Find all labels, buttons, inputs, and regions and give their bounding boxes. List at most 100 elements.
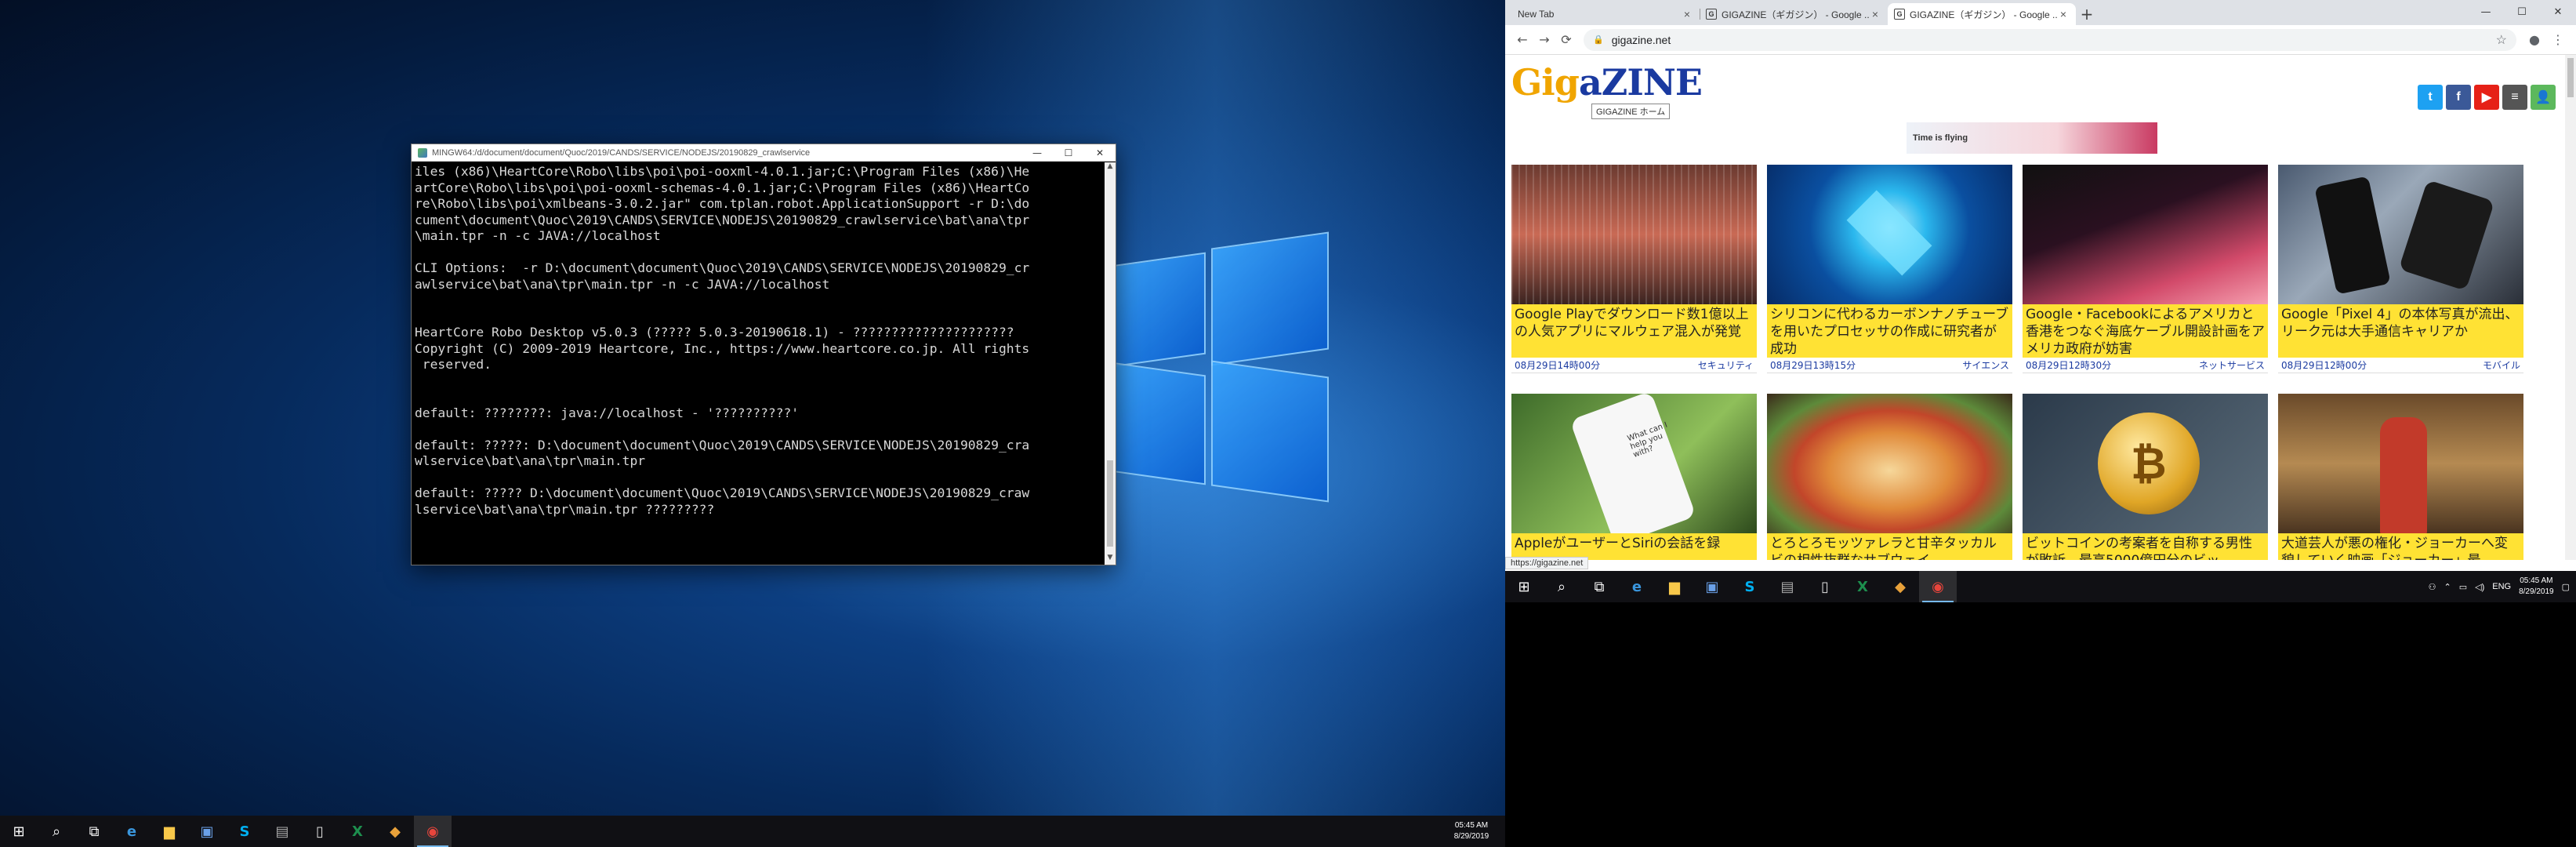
article-category[interactable]: モバイル (2483, 358, 2520, 372)
terminal-scrollbar[interactable]: ▲ ▼ (1105, 162, 1116, 565)
app-icon[interactable]: ▤ (1769, 571, 1806, 602)
chrome-icon[interactable]: ◉ (414, 816, 452, 847)
article-card[interactable]: Google・Facebookによるアメリカと香港をつなぐ海底ケーブル開設計画を… (2023, 165, 2268, 383)
notepad-icon[interactable]: ▯ (1806, 571, 1844, 602)
maximize-button[interactable]: ☐ (1053, 147, 1084, 158)
user-icon[interactable]: 👤 (2531, 85, 2556, 110)
status-bar-url: https://gigazine.net (1505, 557, 1589, 569)
chevron-up-icon[interactable]: ⌃ (2444, 582, 2451, 592)
article-headline[interactable]: Google・Facebookによるアメリカと香港をつなぐ海底ケーブル開設計画を… (2023, 304, 2268, 358)
scroll-thumb[interactable] (1107, 460, 1113, 547)
file-explorer-icon[interactable]: ▆ (1656, 571, 1693, 602)
article-image[interactable] (1767, 165, 2012, 304)
git-icon[interactable]: ◆ (1881, 571, 1919, 602)
article-headline[interactable]: シリコンに代わるカーボンナノチューブを用いたプロセッサの作成に研究者が成功 (1767, 304, 2012, 358)
article-card[interactable]: とろとろモッツァレラと甘辛タッカルビの相性抜群なサブウェイ (1767, 394, 2012, 560)
article-headline[interactable]: とろとろモッツァレラと甘辛タッカルビの相性抜群なサブウェイ (1767, 533, 2012, 560)
article-card[interactable]: 大道芸人が悪の権化・ジョーカーへ変貌していく映画「ジョーカー」最 (2278, 394, 2523, 560)
article-headline[interactable]: AppleがユーザーとSiriの会話を録 (1511, 533, 1757, 560)
menu-icon[interactable]: ≡ (2502, 85, 2527, 110)
article-card[interactable]: Google「Pixel 4」の本体写真が流出、リーク元は大手通信キャリアか 0… (2278, 165, 2523, 383)
profile-icon[interactable]: ● (2523, 32, 2546, 47)
notification-icon[interactable]: ▢ (2562, 582, 2570, 592)
volume-icon[interactable]: ◁) (2475, 582, 2484, 592)
search-icon[interactable]: ⌕ (38, 816, 75, 847)
article-image[interactable] (2278, 394, 2523, 533)
people-icon[interactable]: ⚇ (2429, 582, 2436, 592)
article-card[interactable]: ₿ ビットコインの考案者を自称する男性が敗訴、最高5000億円分のビッ (2023, 394, 2268, 560)
page-scrollbar[interactable] (2565, 55, 2576, 560)
article-image[interactable]: What can I help you with? (1511, 394, 1757, 533)
chrome-menu-icon[interactable]: ⋮ (2546, 32, 2570, 47)
search-icon[interactable]: ⌕ (1543, 571, 1580, 602)
terminal-window[interactable]: MINGW64:/d/document/document/Quoc/2019/C… (411, 144, 1116, 565)
lock-icon[interactable]: 🔒 (1593, 35, 1604, 45)
task-view-icon[interactable]: ⧉ (75, 816, 113, 847)
address-bar[interactable]: 🔒 gigazine.net ☆ (1584, 28, 2516, 51)
close-icon[interactable]: × (1869, 8, 1881, 20)
article-card[interactable]: Google Playでダウンロード数1億以上の人気アプリにマルウェア混入が発覚… (1511, 165, 1757, 383)
youtube-icon[interactable]: ▶ (2474, 85, 2499, 110)
close-button[interactable]: ✕ (2540, 0, 2576, 24)
article-headline[interactable]: 大道芸人が悪の権化・ジョーカーへ変貌していく映画「ジョーカー」最 (2278, 533, 2523, 560)
minimize-button[interactable]: — (2468, 0, 2504, 24)
facebook-icon[interactable]: f (2446, 85, 2471, 110)
skype-icon[interactable]: S (226, 816, 263, 847)
article-date: 08月29日13時15分 (1770, 360, 1856, 371)
remote-app-icon[interactable]: ▣ (188, 816, 226, 847)
tab-new-tab[interactable]: New Tab × (1511, 3, 1700, 25)
close-button[interactable]: ✕ (1084, 147, 1116, 158)
article-meta: 08月29日14時00分 セキュリティ (1511, 358, 1757, 373)
back-button[interactable]: ← (1511, 32, 1533, 47)
chrome-icon[interactable]: ◉ (1919, 571, 1957, 602)
excel-icon[interactable]: X (1844, 571, 1881, 602)
app-icon[interactable]: ▤ (263, 816, 301, 847)
notepad-icon[interactable]: ▯ (301, 816, 339, 847)
article-headline[interactable]: Google Playでダウンロード数1億以上の人気アプリにマルウェア混入が発覚 (1511, 304, 1757, 358)
forward-button[interactable]: → (1533, 32, 1555, 47)
article-image[interactable] (1767, 394, 2012, 533)
tab-gigazine-active[interactable]: G GIGAZINE（ギガジン） - Google ... × (1888, 3, 2076, 25)
article-image[interactable] (2278, 165, 2523, 304)
skype-icon[interactable]: S (1731, 571, 1769, 602)
tab-gigazine[interactable]: G GIGAZINE（ギガジン） - Google ... × (1700, 3, 1888, 25)
article-image[interactable] (1511, 165, 1757, 304)
terminal-output[interactable]: iles (x86)\HeartCore\Robo\libs\poi\poi-o… (413, 162, 1105, 563)
scroll-down-icon[interactable]: ▼ (1105, 554, 1116, 565)
clock[interactable]: 05:45 AM 8/29/2019 (1444, 820, 1499, 842)
article-category[interactable]: サイエンス (1962, 358, 2009, 372)
network-icon[interactable]: ▭ (2459, 582, 2467, 592)
ad-banner[interactable]: Time is flying (1907, 122, 2157, 154)
excel-icon[interactable]: X (339, 816, 376, 847)
article-category[interactable]: ネットサービス (2199, 358, 2265, 372)
maximize-button[interactable]: ☐ (2504, 0, 2540, 24)
edge-icon[interactable]: e (1618, 571, 1656, 602)
article-headline[interactable]: Google「Pixel 4」の本体写真が流出、リーク元は大手通信キャリアか (2278, 304, 2523, 358)
article-image[interactable] (2023, 165, 2268, 304)
terminal-titlebar[interactable]: MINGW64:/d/document/document/Quoc/2019/C… (412, 144, 1116, 162)
article-image[interactable]: ₿ (2023, 394, 2268, 533)
language-indicator[interactable]: ENG (2492, 582, 2511, 591)
minimize-button[interactable]: — (1021, 147, 1053, 158)
clock[interactable]: 05:45 AM 8/29/2019 (2519, 576, 2554, 598)
remote-app-icon[interactable]: ▣ (1693, 571, 1731, 602)
windows-start-icon[interactable]: ⊞ (0, 816, 38, 847)
gigazine-logo[interactable]: GigaZINE (1511, 61, 1703, 104)
article-headline[interactable]: ビットコインの考案者を自称する男性が敗訴、最高5000億円分のビッ (2023, 533, 2268, 560)
new-tab-button[interactable]: + (2076, 3, 2098, 25)
article-card[interactable]: シリコンに代わるカーボンナノチューブを用いたプロセッサの作成に研究者が成功 08… (1767, 165, 2012, 383)
git-icon[interactable]: ◆ (376, 816, 414, 847)
edge-icon[interactable]: e (113, 816, 151, 847)
windows-start-icon[interactable]: ⊞ (1505, 571, 1543, 602)
reload-button[interactable]: ⟳ (1555, 32, 1577, 47)
scroll-up-icon[interactable]: ▲ (1105, 162, 1116, 173)
task-view-icon[interactable]: ⧉ (1580, 571, 1618, 602)
bookmark-star-icon[interactable]: ☆ (2496, 32, 2507, 48)
close-icon[interactable]: × (1681, 8, 1693, 20)
twitter-icon[interactable]: t (2418, 85, 2443, 110)
scroll-thumb[interactable] (2567, 58, 2574, 97)
close-icon[interactable]: × (2057, 8, 2070, 20)
file-explorer-icon[interactable]: ▆ (151, 816, 188, 847)
article-card[interactable]: What can I help you with? AppleがユーザーとSir… (1511, 394, 1757, 560)
article-category[interactable]: セキュリティ (1698, 358, 1754, 372)
